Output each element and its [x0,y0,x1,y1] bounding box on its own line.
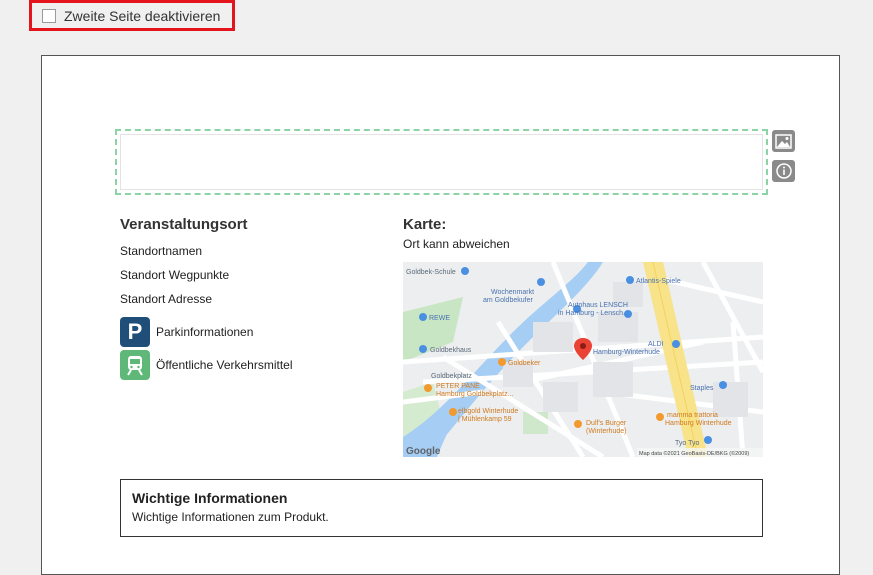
parking-info: P Parkinformationen [120,317,380,347]
map-label: (Winterhude) [586,428,626,435]
map-label: Goldbeker [508,360,541,367]
info-icon[interactable] [772,160,795,182]
map-label: in Hamburg - Lensch... [558,310,629,317]
parking-label: Parkinformationen [156,325,254,339]
map-label: Tyo Tyo [675,440,699,447]
venue-waypoints: Standort Wegpunkte [120,268,230,282]
map-label: Autohaus LENSCH [568,302,628,309]
important-info-title: Wichtige Informationen [132,490,288,506]
header-dropzone[interactable] [115,129,768,195]
map-label: am Goldbekufer [483,297,533,304]
map-label: elbgold Winterhude [458,408,518,415]
map-label: Wochenmarkt [491,289,534,296]
venue-section: Veranstaltungsort Standortnamen Standort… [120,216,380,380]
map-section: Karte: Ort kann abweichen Goldbek-Schule… [403,216,763,457]
map-label: ALDI [648,341,664,348]
map-subtitle: Ort kann abweichen [403,237,510,251]
map-label: REWE [429,315,450,322]
map-label: Hamburg-Winterhude [593,349,660,356]
image-icon[interactable] [772,130,795,152]
checkbox-box[interactable] [42,8,56,23]
map-label: mamma trattoria [667,412,718,419]
train-icon [120,350,150,380]
checkbox-label: Zweite Seite deaktivieren [64,7,221,24]
venue-title: Veranstaltungsort [120,216,248,233]
venue-address: Standort Adresse [120,292,213,306]
google-logo: Google [406,446,441,457]
page-preview: Veranstaltungsort Standortnamen Standort… [41,55,840,575]
map-label: Staples [690,385,714,392]
map-label: | Mühlenkamp 59 [458,416,512,423]
important-info-box: Wichtige Informationen Wichtige Informat… [120,479,763,537]
map-label: Goldbekhaus [430,347,472,354]
disable-second-page-checkbox[interactable]: Zweite Seite deaktivieren [29,0,235,31]
map-label: Dulf's Burger [586,420,627,427]
map-label: Hamburg Goldbekplatz... [436,391,513,398]
parking-icon: P [120,317,150,347]
map-label: Hamburg Winterhude [665,420,732,427]
venue-name: Standortnamen [120,244,203,258]
map-label: Goldbekplatz [431,373,472,380]
transit-info: Öffentliche Verkehrsmittel [120,350,380,380]
map-label: Goldbek-Schule [406,269,456,276]
map-attribution: Map data ©2021 GeoBasis-DE/BKG (©2009) [639,450,749,457]
map-label: Atlantis-Spiele [636,278,681,285]
important-info-text: Wichtige Informationen zum Produkt. [132,510,329,524]
map-label: PETER PANE [436,383,480,390]
transit-label: Öffentliche Verkehrsmittel [156,358,293,372]
map-title: Karte: [403,216,447,233]
map-image[interactable]: Goldbek-Schule Atlantis-Spiele Wochenmar… [403,262,763,457]
